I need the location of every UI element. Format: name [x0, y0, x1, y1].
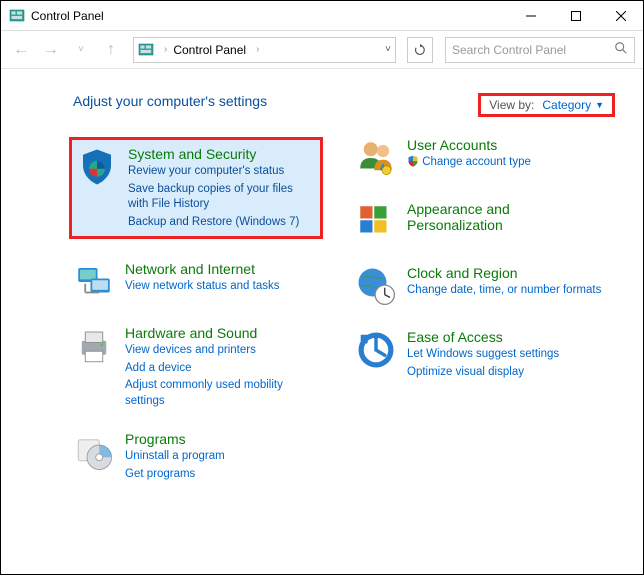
categories-grid: System and Security Review your computer… — [73, 137, 615, 482]
view-by-selector[interactable]: View by: Category ▼ — [478, 93, 615, 117]
network-icon — [73, 261, 115, 303]
minimize-button[interactable] — [508, 1, 553, 31]
titlebar-left: Control Panel — [9, 8, 104, 24]
right-column: User Accounts Change account type — [355, 137, 605, 482]
category-title[interactable]: Clock and Region — [407, 265, 601, 281]
view-by-value[interactable]: Category ▼ — [542, 98, 604, 112]
chevron-down-icon[interactable]: ˅ — [385, 44, 391, 55]
category-link[interactable]: View devices and printers — [125, 343, 323, 359]
category-ease-of-access[interactable]: Ease of Access Let Windows suggest setti… — [355, 329, 605, 380]
search-box[interactable] — [445, 37, 635, 63]
category-link[interactable]: Change account type — [407, 155, 531, 171]
clock-globe-icon — [355, 265, 397, 307]
close-button[interactable] — [598, 1, 643, 31]
category-user-accounts[interactable]: User Accounts Change account type — [355, 137, 605, 179]
chevron-down-icon: ▼ — [595, 100, 604, 110]
category-link[interactable]: Save backup copies of your files with Fi… — [128, 182, 312, 213]
category-link[interactable]: Adjust commonly used mobility settings — [125, 378, 323, 409]
category-title[interactable]: Appearance and Personalization — [407, 201, 605, 233]
category-link[interactable]: Add a device — [125, 361, 323, 377]
chevron-icon: › — [164, 44, 167, 55]
refresh-button[interactable] — [407, 37, 433, 63]
back-button[interactable]: ← — [9, 38, 33, 62]
view-by-label: View by: — [489, 98, 534, 112]
titlebar: Control Panel — [1, 1, 643, 31]
category-system-security[interactable]: System and Security Review your computer… — [69, 137, 323, 239]
search-icon[interactable] — [614, 41, 628, 58]
shield-icon — [76, 146, 118, 188]
category-clock-region[interactable]: Clock and Region Change date, time, or n… — [355, 265, 605, 307]
personalization-icon — [355, 201, 397, 243]
disc-icon — [73, 431, 115, 473]
control-panel-icon — [138, 42, 154, 58]
history-dropdown[interactable]: ˅ — [69, 38, 93, 62]
control-panel-icon — [9, 8, 25, 24]
category-link[interactable]: Let Windows suggest settings — [407, 347, 559, 363]
category-hardware-sound[interactable]: Hardware and Sound View devices and prin… — [73, 325, 323, 409]
category-link[interactable]: Uninstall a program — [125, 449, 225, 465]
printer-icon — [73, 325, 115, 367]
category-link[interactable]: Review your computer's status — [128, 164, 312, 180]
maximize-button[interactable] — [553, 1, 598, 31]
forward-button[interactable]: → — [39, 38, 63, 62]
category-network-internet[interactable]: Network and Internet View network status… — [73, 261, 323, 303]
window-title: Control Panel — [31, 9, 104, 23]
category-link[interactable]: Change date, time, or number formats — [407, 283, 601, 299]
chevron-icon: › — [256, 44, 259, 55]
address-bar[interactable]: › Control Panel › ˅ — [133, 37, 396, 63]
up-button[interactable]: ↑ — [99, 38, 123, 62]
category-appearance[interactable]: Appearance and Personalization — [355, 201, 605, 243]
window-controls — [508, 1, 643, 31]
category-link[interactable]: View network status and tasks — [125, 279, 279, 295]
shield-small-icon — [407, 155, 419, 167]
category-programs[interactable]: Programs Uninstall a program Get program… — [73, 431, 323, 482]
page-heading: Adjust your computer's settings — [73, 93, 267, 109]
ease-of-access-icon — [355, 329, 397, 371]
left-column: System and Security Review your computer… — [73, 137, 323, 482]
users-icon — [355, 137, 397, 179]
category-link[interactable]: Get programs — [125, 467, 225, 483]
category-title[interactable]: User Accounts — [407, 137, 531, 153]
category-title[interactable]: Programs — [125, 431, 225, 447]
content-area: Adjust your computer's settings View by:… — [1, 69, 643, 502]
category-title[interactable]: Ease of Access — [407, 329, 559, 345]
category-link[interactable]: Optimize visual display — [407, 365, 559, 381]
search-input[interactable] — [452, 43, 614, 57]
category-link[interactable]: Backup and Restore (Windows 7) — [128, 215, 312, 231]
category-title[interactable]: Hardware and Sound — [125, 325, 323, 341]
category-title[interactable]: Network and Internet — [125, 261, 279, 277]
toolbar: ← → ˅ ↑ › Control Panel › ˅ — [1, 31, 643, 69]
category-title[interactable]: System and Security — [128, 146, 312, 162]
address-path: Control Panel — [173, 43, 246, 57]
